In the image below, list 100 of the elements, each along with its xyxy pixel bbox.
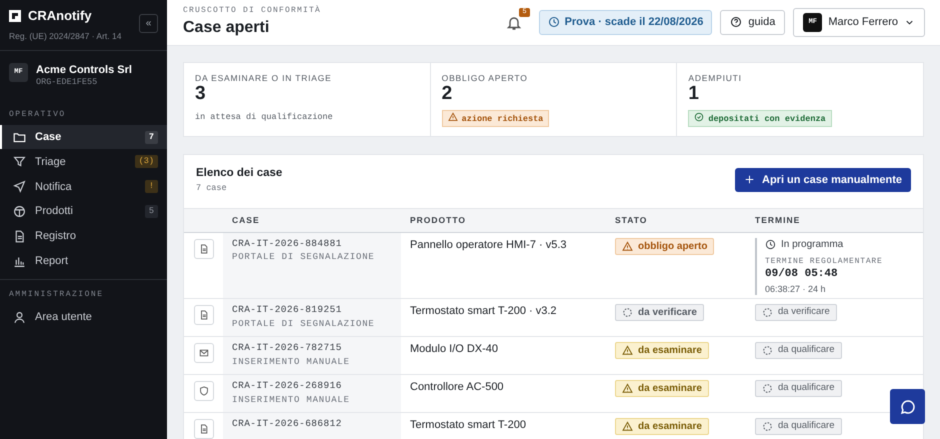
time-remaining: 06:38:27 · 24 h — [765, 284, 827, 296]
shield-icon — [199, 386, 209, 396]
case-id: CRA-IT-2026-686812 — [232, 418, 343, 431]
case-id: CRA-IT-2026-819251 — [232, 304, 343, 317]
chat-button[interactable] — [890, 389, 925, 424]
case-id: CRA-IT-2026-782715 — [232, 342, 343, 355]
check-circle-icon — [694, 112, 704, 122]
stat-label: ADEMPIUTI — [688, 73, 743, 84]
stat-label: OBBLIGO APERTO — [442, 73, 529, 84]
help-button[interactable]: guida — [720, 10, 786, 35]
warning-icon — [448, 112, 458, 122]
case-source: INSERIMENTO MANUALE — [232, 356, 351, 368]
status-badge: da qualificare — [755, 380, 842, 397]
org-name: Acme Controls Srl — [36, 62, 132, 78]
document-icon — [199, 424, 209, 434]
list-title: Elenco dei case — [196, 166, 282, 180]
document-icon — [199, 244, 209, 254]
dashed-circle-icon — [762, 345, 773, 356]
page-title: Case aperti — [183, 18, 270, 38]
source-button[interactable] — [194, 305, 214, 326]
regulation-text: Reg. (UE) 2024/2847 · Art. 14 — [9, 30, 122, 42]
column-header: CASE — [231, 214, 261, 226]
count-badge: ! — [144, 180, 158, 194]
source-button[interactable] — [194, 419, 214, 439]
help-icon — [730, 16, 742, 28]
document-icon — [199, 310, 209, 320]
deadline-state: In programma — [765, 238, 914, 251]
dashed-circle-icon — [762, 421, 773, 432]
count-badge: 7 — [144, 130, 158, 144]
nav-item[interactable]: Case 7 — [0, 124, 167, 150]
page-eyebrow: CRUSCOTTO DI CONFORMITÀ — [183, 6, 322, 16]
status-badge: da esaminare — [615, 418, 709, 436]
stat-value: 3 — [195, 84, 207, 105]
envelope-icon — [199, 348, 209, 358]
case-id: CRA-IT-2026-884881 — [232, 238, 343, 250]
warning-icon — [622, 345, 633, 356]
column-header: PRODOTTO — [409, 214, 468, 226]
case-source: PORTALE DI SEGNALAZIONE — [232, 318, 376, 330]
case-count: 7 case — [196, 183, 228, 194]
warning-icon — [622, 421, 633, 432]
stat-note: in attesa di qualificazione — [195, 112, 333, 123]
box-icon — [13, 204, 26, 218]
status-badge: da verificare — [755, 304, 837, 321]
trial-badge: Prova · scade il 22/08/2026 — [538, 10, 712, 35]
stat-label: DA ESAMINARE O IN TRIAGE — [195, 73, 333, 84]
nav-item[interactable]: Notifica ! — [0, 174, 167, 200]
stat-value: 1 — [688, 84, 700, 105]
user-icon — [13, 310, 26, 324]
status-badge: da esaminare — [615, 342, 709, 360]
column-header: TERMINE — [754, 214, 802, 226]
stat-value: 2 — [442, 84, 454, 105]
source-button[interactable] — [194, 381, 214, 402]
clock-icon — [765, 239, 776, 250]
product-name: Termostato smart T-200 — [410, 418, 527, 433]
plus-icon — [744, 174, 755, 186]
status-badge: azione richiesta — [442, 110, 550, 127]
product-name: Modulo I/O DX-40 — [410, 342, 500, 357]
funnel-icon — [13, 155, 26, 168]
product-name: Controllore AC-500 — [410, 380, 505, 395]
bar-chart-icon — [13, 254, 26, 268]
count-badge: (3) — [134, 155, 158, 168]
source-button[interactable] — [194, 239, 214, 259]
org-id: ORG-EDE1FE55 — [36, 77, 98, 88]
nav-item[interactable]: Triage (3) — [0, 149, 167, 174]
case-id: CRA-IT-2026-268916 — [232, 380, 343, 393]
logo-icon — [9, 10, 21, 22]
new-case-button[interactable]: Apri un case manualmente — [735, 168, 911, 192]
count-badge: 5 — [144, 204, 158, 218]
section-label: OPERATIVO — [8, 109, 67, 122]
dashed-circle-icon — [762, 307, 773, 318]
deadline-date: 09/08 05:48 — [765, 267, 839, 282]
clock-icon — [548, 16, 560, 28]
case-source: INSERIMENTO MANUALE — [232, 394, 351, 406]
speech-bubble-icon — [900, 398, 916, 414]
case-source: PORTALE DI SEGNALAZIONE — [232, 252, 376, 264]
source-button[interactable] — [194, 343, 214, 364]
column-header: STATO — [614, 214, 648, 226]
product-name: Termostato smart T-200 · v3.2 — [410, 304, 558, 319]
warning-icon — [622, 241, 633, 252]
warning-icon — [622, 383, 633, 394]
status-badge: da qualificare — [755, 418, 842, 435]
section-label: AMMINISTRAZIONE — [8, 289, 105, 302]
status-badge: da qualificare — [755, 342, 842, 359]
product-name: Pannello operatore HMI-7 · v5.3 — [410, 238, 568, 252]
dashed-circle-icon — [762, 383, 773, 394]
paper-plane-icon — [13, 180, 26, 194]
status-badge: da verificare — [615, 304, 704, 322]
document-icon — [13, 230, 26, 243]
status-badge: da esaminare — [615, 380, 709, 398]
nav-item[interactable]: Registro — [0, 224, 167, 249]
collapse-button[interactable]: « — [139, 14, 158, 33]
brand-name: CRAnotify — [28, 8, 92, 25]
nav-item[interactable]: Prodotti 5 — [0, 199, 167, 224]
folder-icon — [13, 130, 26, 144]
nav-item[interactable]: Area utente — [0, 304, 167, 330]
nav-item[interactable]: Report — [0, 248, 167, 274]
dashed-circle-icon — [622, 307, 633, 318]
status-badge: obbligo aperto — [615, 238, 714, 255]
status-badge: depositati con evidenza — [688, 110, 832, 127]
bell-icon — [506, 14, 522, 30]
